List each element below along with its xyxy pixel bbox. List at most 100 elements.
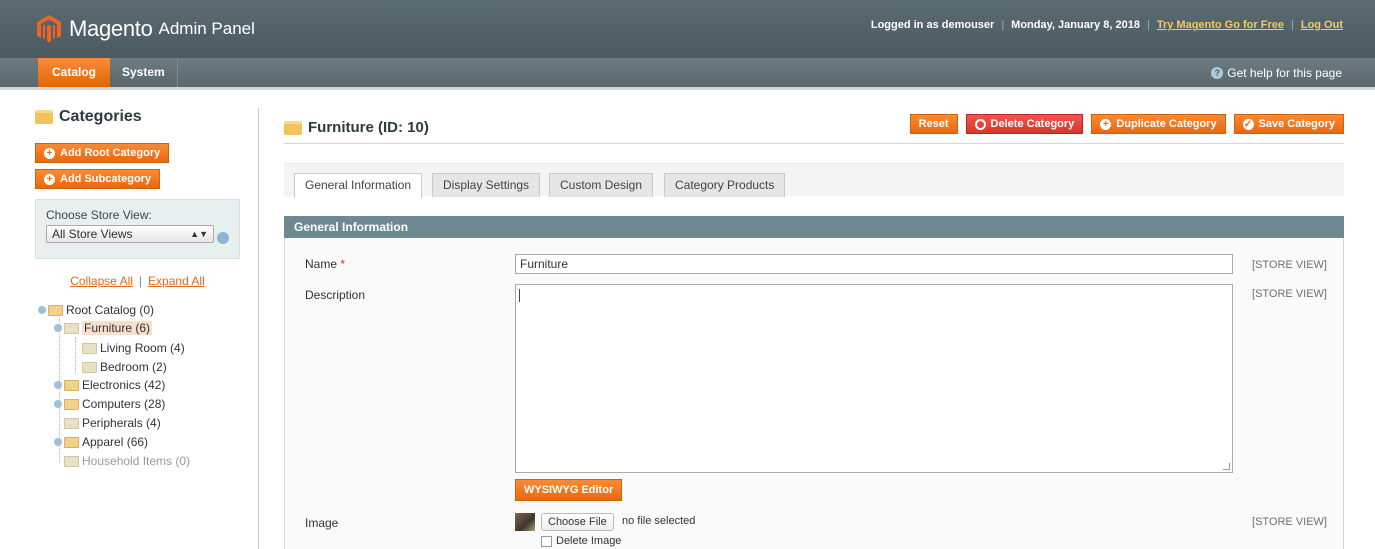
tree-node-label: Household Items (0) [82, 454, 191, 468]
tree-node-selected[interactable]: Furniture (6) [54, 321, 153, 335]
try-magento-link[interactable]: Try Magento Go for Free [1157, 19, 1284, 31]
add-root-label: Add Root Category [60, 147, 161, 159]
tab-custom-design[interactable]: Custom Design [549, 173, 654, 197]
action-buttons: Reset Delete Category + Duplicate Catego… [909, 114, 1344, 134]
plus-icon: + [44, 147, 55, 159]
add-root-category-button[interactable]: + Add Root Category [35, 143, 170, 163]
tree-node[interactable]: Electronics (42) [54, 378, 165, 392]
tree-node[interactable]: Computers (28) [54, 397, 165, 411]
delete-image-label: Delete Image [556, 535, 622, 547]
tab-general-information[interactable]: General Information [294, 173, 423, 198]
page-title: Furniture (ID: 10) [284, 119, 429, 136]
wysiwyg-editor-button[interactable]: WYSIWYG Editor [515, 479, 623, 501]
delete-category-button[interactable]: Delete Category [965, 114, 1084, 134]
nav-item-system[interactable]: System [122, 58, 178, 87]
tree-node-label: Bedroom (2) [100, 360, 167, 374]
folder-icon [48, 304, 63, 316]
delete-icon [974, 118, 986, 130]
file-status: no file selected [622, 515, 696, 527]
delete-image-option[interactable]: Delete Image [541, 535, 621, 547]
store-view-value: All Store Views [52, 227, 133, 241]
expander-icon[interactable] [54, 400, 62, 408]
expander-icon[interactable] [54, 324, 62, 332]
store-view-label: Choose Store View: [46, 208, 152, 222]
tree-node[interactable]: Household Items (0) [64, 454, 190, 468]
folder-icon [64, 455, 79, 467]
tree-guide [75, 337, 76, 373]
folder-icon [35, 110, 53, 124]
folder-icon [64, 417, 79, 429]
delete-image-checkbox[interactable] [541, 535, 552, 547]
separator: | [1001, 19, 1005, 31]
scope-label: [STORE VIEW] [1252, 516, 1327, 528]
add-subcategory-button[interactable]: + Add Subcategory [35, 169, 161, 189]
select-arrows-icon: ▲▼ [190, 229, 208, 239]
help-icon: ? [1211, 67, 1224, 79]
tree-node[interactable]: Living Room (4) [82, 341, 185, 355]
help-icon[interactable] [217, 232, 229, 244]
logged-in-text: Logged in as demouser [870, 19, 995, 31]
save-label: Save Category [1258, 118, 1335, 130]
add-subcategory-label: Add Subcategory [60, 173, 152, 185]
expander-icon[interactable] [38, 306, 46, 314]
choose-file-button[interactable]: Choose File [541, 513, 614, 531]
expand-all-link[interactable]: Expand All [148, 274, 205, 288]
tree-node[interactable]: Bedroom (2) [82, 360, 167, 374]
logout-link[interactable]: Log Out [1301, 19, 1343, 31]
content-header: Furniture (ID: 10) Reset Delete Category… [284, 108, 1344, 144]
tree-node-label: Peripherals (4) [82, 416, 161, 430]
logo[interactable]: Magento Admin Panel [36, 14, 255, 44]
general-information-form: Name * Furniture [STORE VIEW] Descriptio… [284, 238, 1344, 549]
save-category-button[interactable]: ✓ Save Category [1233, 114, 1344, 134]
tree-node[interactable]: Apparel (66) [54, 435, 148, 449]
magento-logo-icon [37, 15, 61, 43]
sidebar: Categories + Add Root Category + Add Sub… [35, 108, 240, 468]
duplicate-label: Duplicate Category [1116, 118, 1217, 130]
name-label: Name * [305, 257, 345, 271]
tree-node-label: Root Catalog (0) [66, 303, 155, 317]
tree-node-label: Computers (28) [82, 397, 166, 411]
tab-bar: General Information Display Settings Cus… [284, 163, 1344, 198]
expander-icon[interactable] [54, 438, 62, 446]
column-divider [258, 108, 259, 549]
separator: | [138, 274, 143, 288]
tab-display-settings[interactable]: Display Settings [432, 173, 541, 197]
store-view-select[interactable]: All Store Views ▲▼ [46, 225, 214, 243]
header-bar: Magento Admin Panel Logged in as demouse… [0, 0, 1375, 58]
image-label: Image [305, 516, 339, 530]
tree-node-label: Electronics (42) [82, 378, 166, 392]
check-icon: ✓ [1242, 118, 1254, 130]
name-field[interactable]: Furniture [515, 254, 1233, 274]
scope-label: [STORE VIEW] [1252, 259, 1327, 271]
fieldset-title: General Information [284, 216, 1344, 238]
reset-button[interactable]: Reset [909, 114, 958, 134]
folder-icon [64, 398, 79, 410]
plus-icon: + [1100, 118, 1112, 130]
store-view-switcher: Choose Store View: All Store Views ▲▼ [35, 199, 240, 259]
scope-label: [STORE VIEW] [1252, 288, 1327, 300]
description-field[interactable] [515, 284, 1233, 473]
tree-controls: Collapse All | Expand All [35, 274, 240, 288]
logo-subtitle: Admin Panel [158, 19, 255, 38]
help-link-label: Get help for this page [1227, 66, 1342, 80]
duplicate-category-button[interactable]: + Duplicate Category [1091, 114, 1226, 134]
tree-node[interactable]: Root Catalog (0) [38, 303, 154, 317]
reset-label: Reset [918, 118, 949, 130]
page-title-label: Furniture (ID: 10) [308, 119, 429, 136]
main-nav: Catalog System ? Get help for this page [0, 58, 1375, 90]
expander-icon[interactable] [54, 381, 62, 389]
tree-node-label: Apparel (66) [82, 435, 149, 449]
folder-icon [82, 342, 97, 354]
text-caret [519, 289, 520, 302]
resize-grip-icon[interactable] [1223, 463, 1230, 470]
help-link[interactable]: ? Get help for this page [1211, 66, 1342, 80]
tab-category-products[interactable]: Category Products [664, 173, 786, 197]
folder-icon [64, 436, 79, 448]
collapse-all-link[interactable]: Collapse All [70, 274, 133, 288]
folder-icon [64, 379, 79, 391]
nav-item-catalog[interactable]: Catalog [38, 58, 110, 87]
image-thumbnail[interactable] [515, 513, 535, 531]
tree-node-label: Furniture (6) [82, 321, 153, 335]
categories-title: Categories [35, 108, 240, 126]
tree-node[interactable]: Peripherals (4) [64, 416, 161, 430]
